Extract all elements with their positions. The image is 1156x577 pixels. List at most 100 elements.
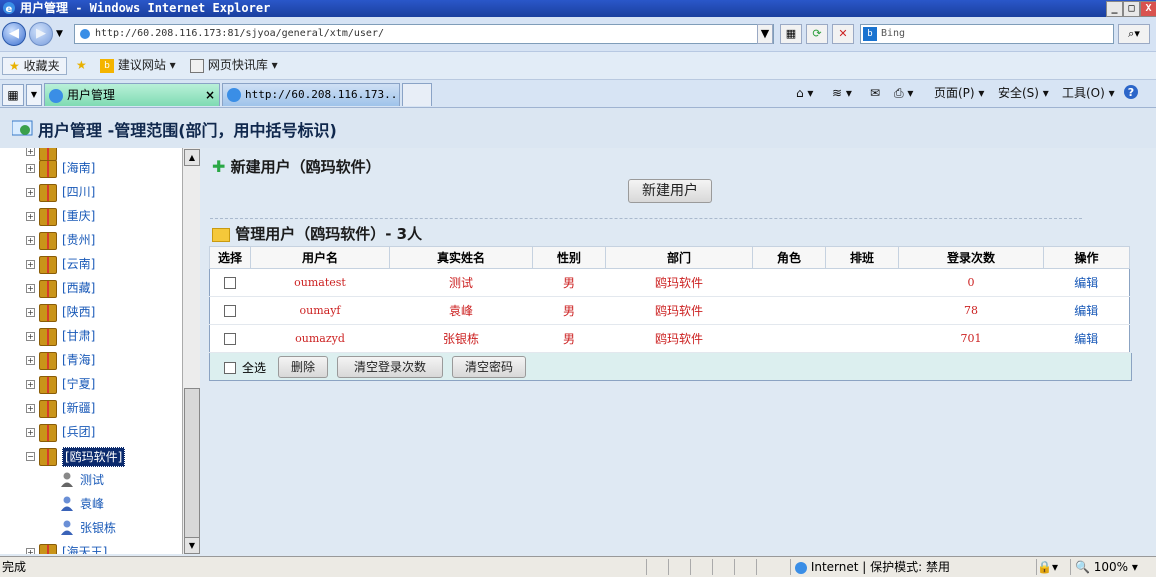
minimize-button[interactable]: _	[1106, 1, 1123, 17]
clear-password-button[interactable]: 清空密码	[452, 356, 526, 378]
tree-node-label[interactable]: [甘肃]	[62, 327, 95, 345]
quick-tabs-icon[interactable]: ▦	[2, 84, 24, 106]
tree-node-label[interactable]: [海天王]	[62, 543, 107, 554]
feeds-icon[interactable]: ≋ ▾	[832, 85, 852, 101]
tree-node-label[interactable]: [四川]	[62, 183, 95, 201]
tree-node-label[interactable]: [兵团]	[62, 423, 95, 441]
address-dropdown-icon[interactable]: ▼	[757, 24, 773, 44]
tab-second[interactable]: http://60.208.116.173...	[222, 83, 400, 106]
plus-icon: ✚	[212, 157, 226, 176]
expand-icon[interactable]: +	[26, 404, 35, 413]
scroll-up-icon[interactable]: ▲	[184, 149, 200, 166]
print-icon[interactable]: ⎙ ▾	[894, 85, 913, 101]
back-button[interactable]: ◀	[2, 22, 26, 46]
refresh-icon[interactable]: ⟳	[806, 24, 828, 44]
security-zone[interactable]: Internet | 保护模式: 禁用	[790, 559, 1035, 575]
expand-icon[interactable]: +	[26, 260, 35, 269]
row-checkbox[interactable]	[224, 277, 237, 289]
stop-icon[interactable]: ✕	[832, 24, 854, 44]
tab-list-icon[interactable]: ▼	[26, 84, 42, 106]
compat-view-icon[interactable]: ▦	[780, 24, 802, 44]
safety-menu[interactable]: 安全(S) ▾	[998, 85, 1049, 101]
expand-icon[interactable]: +	[26, 548, 35, 554]
col-header-shift[interactable]: 排班	[825, 246, 899, 269]
tree-node-label-selected[interactable]: [鸥玛软件]	[62, 447, 126, 467]
tree-node-label[interactable]: [西藏]	[62, 279, 95, 297]
tree-leaf-label[interactable]: 张银栋	[80, 519, 116, 537]
expand-icon[interactable]: +	[26, 380, 35, 389]
new-tab-button[interactable]	[402, 83, 432, 106]
suggested-sites-link[interactable]: b 建议网站 ▾	[100, 57, 176, 73]
tree-node-label[interactable]: [青海]	[62, 351, 95, 369]
expand-icon[interactable]: +	[26, 148, 35, 156]
tree-node-label[interactable]: [陕西]	[62, 303, 95, 321]
home-icon[interactable]: ⌂ ▾	[796, 85, 813, 101]
favorites-button[interactable]: ★ 收藏夹	[2, 57, 67, 75]
select-all-label[interactable]: 全选	[242, 359, 266, 376]
edit-link[interactable]: 编辑	[1043, 324, 1130, 353]
history-dropdown-icon[interactable]: ▼	[56, 29, 63, 39]
col-header-select[interactable]: 选择	[209, 246, 251, 269]
col-header-logins[interactable]: 登录次数	[898, 246, 1044, 269]
expand-icon[interactable]: +	[26, 236, 35, 245]
user-blue-icon	[61, 496, 73, 511]
search-input[interactable]: b Bing	[860, 24, 1114, 44]
maximize-button[interactable]: □	[1123, 1, 1140, 17]
table-footer-actions: 全选 删除 清空登录次数 清空密码	[209, 353, 1132, 381]
col-header-username[interactable]: 用户名	[250, 246, 390, 269]
expand-icon[interactable]: +	[26, 188, 35, 197]
tree-leaf-label[interactable]: 袁峰	[80, 495, 104, 513]
expand-icon[interactable]: +	[26, 308, 35, 317]
delete-button[interactable]: 删除	[278, 356, 328, 378]
page-menu[interactable]: 页面(P) ▾	[934, 85, 984, 101]
zoom-control[interactable]: 🔍 100% ▾	[1070, 559, 1156, 575]
col-header-role[interactable]: 角色	[752, 246, 826, 269]
col-header-realname[interactable]: 真实姓名	[389, 246, 533, 269]
search-button[interactable]: ⌕▾	[1118, 24, 1150, 44]
close-window-button[interactable]: X	[1140, 1, 1156, 17]
webslice-icon	[190, 58, 204, 73]
tree-scrollbar[interactable]: ▲ ▼	[182, 148, 200, 554]
tree-node-label[interactable]: [云南]	[62, 255, 95, 273]
mail-icon[interactable]: ✉	[870, 85, 880, 101]
tools-menu[interactable]: 工具(O) ▾	[1062, 85, 1115, 101]
expand-icon[interactable]: +	[26, 332, 35, 341]
forward-button[interactable]: ▶	[29, 22, 53, 46]
expand-icon[interactable]: +	[26, 284, 35, 293]
protected-mode-icon[interactable]: 🔒▾	[1036, 559, 1067, 575]
edit-link[interactable]: 编辑	[1043, 296, 1130, 325]
cell-gender: 男	[532, 268, 606, 297]
expand-icon[interactable]: +	[26, 356, 35, 365]
col-header-action[interactable]: 操作	[1043, 246, 1130, 269]
expand-icon[interactable]: +	[26, 428, 35, 437]
expand-icon[interactable]: +	[26, 212, 35, 221]
row-checkbox-cell	[209, 324, 251, 353]
main-content: ✚ 新建用户（鸥玛软件） 新建用户 管理用户（鸥玛软件）- 3人 选择 用户名 …	[200, 148, 1156, 554]
address-bar[interactable]: http://60.208.116.173:81/sjyoa/general/x…	[74, 24, 774, 44]
add-favorite-icon[interactable]: ★	[76, 57, 87, 73]
expand-icon[interactable]: +	[26, 164, 35, 173]
clear-logins-button[interactable]: 清空登录次数	[337, 356, 443, 378]
tree-node-label[interactable]: [重庆]	[62, 207, 95, 225]
web-slice-link[interactable]: 网页快讯库 ▾	[190, 57, 278, 73]
close-tab-icon[interactable]: ×	[205, 84, 215, 106]
user-blue-icon	[61, 520, 73, 535]
tree-node-label[interactable]: [贵州]	[62, 231, 95, 249]
select-all-checkbox[interactable]	[224, 362, 236, 374]
tree-leaf-label[interactable]: 测试	[80, 471, 104, 489]
tree-node-label[interactable]: [海南]	[62, 159, 95, 177]
col-header-dept[interactable]: 部门	[605, 246, 753, 269]
cell-realname: 测试	[389, 268, 533, 297]
edit-link[interactable]: 编辑	[1043, 268, 1130, 297]
scroll-down-icon[interactable]: ▼	[184, 537, 200, 554]
scrollbar-thumb[interactable]	[184, 388, 200, 540]
tree-node-label[interactable]: [新疆]	[62, 399, 95, 417]
tab-user-management[interactable]: 用户管理 ×	[44, 83, 220, 106]
row-checkbox[interactable]	[224, 333, 237, 345]
tree-node-label[interactable]: [宁夏]	[62, 375, 95, 393]
new-user-button[interactable]: 新建用户	[628, 179, 712, 203]
collapse-icon[interactable]: −	[26, 452, 35, 461]
row-checkbox[interactable]	[224, 305, 237, 317]
help-icon[interactable]: ?	[1124, 85, 1138, 99]
col-header-gender[interactable]: 性别	[532, 246, 606, 269]
